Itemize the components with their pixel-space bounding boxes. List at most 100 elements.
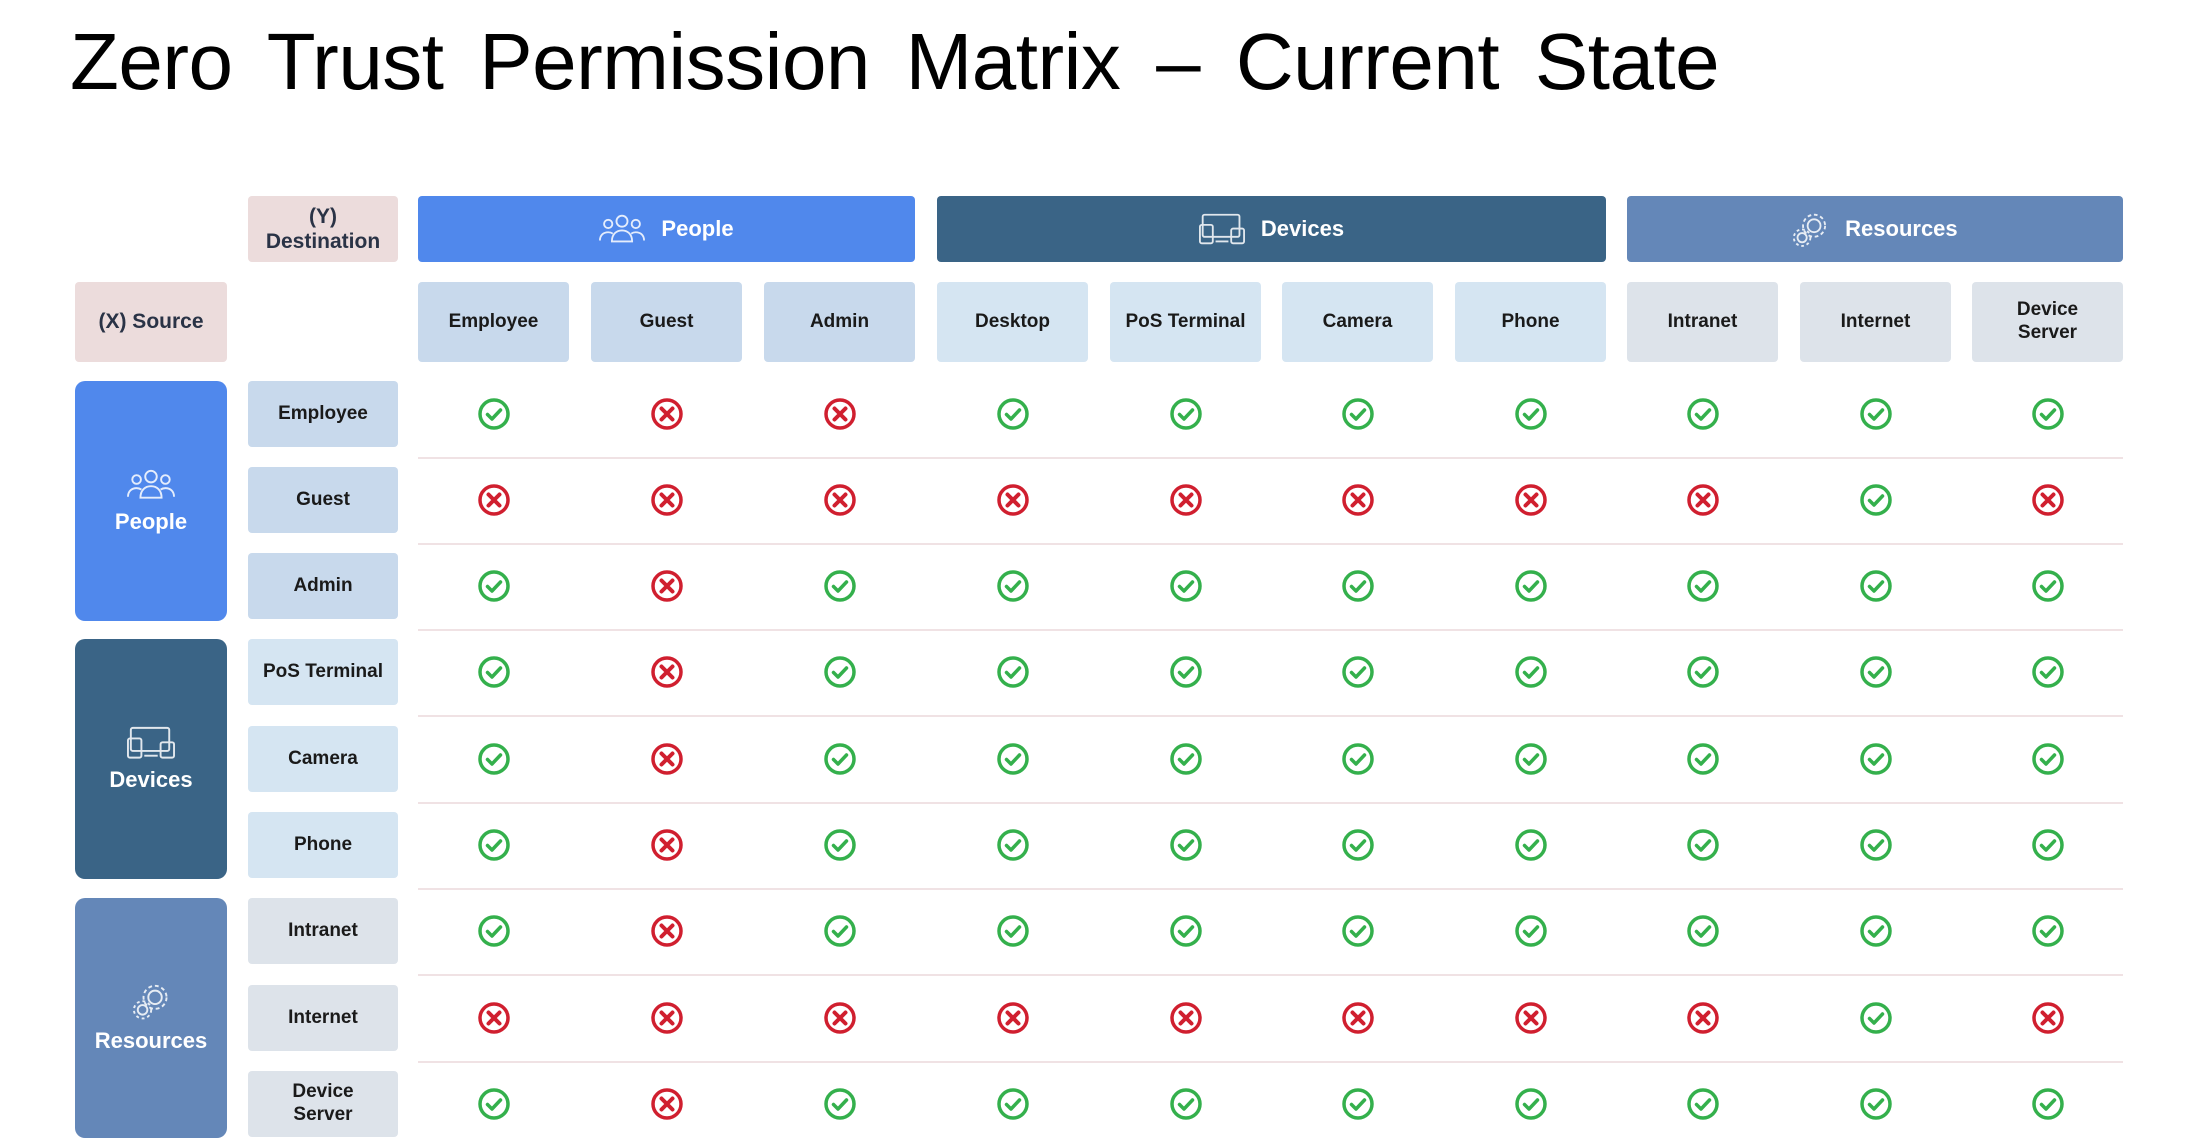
column-header-guest: Guest: [591, 282, 742, 362]
row-header-pos-terminal: PoS Terminal: [248, 639, 398, 705]
row-divider: [418, 715, 2123, 717]
allow-check-icon: [2031, 1087, 2065, 1121]
allow-check-icon: [477, 569, 511, 603]
allow-check-icon: [996, 569, 1030, 603]
allow-check-icon: [477, 914, 511, 948]
allow-check-icon: [996, 742, 1030, 776]
allow-check-icon: [1341, 397, 1375, 431]
deny-x-icon: [1686, 1001, 1720, 1035]
deny-x-icon: [2031, 1001, 2065, 1035]
allow-check-icon: [823, 914, 857, 948]
column-header-pos-terminal: PoS Terminal: [1110, 282, 1261, 362]
allow-check-icon: [1169, 655, 1203, 689]
row-header-guest: Guest: [248, 467, 398, 533]
allow-check-icon: [1341, 655, 1375, 689]
deny-x-icon: [650, 1087, 684, 1121]
allow-check-icon: [1341, 569, 1375, 603]
allow-check-icon: [1859, 569, 1893, 603]
source-axis-label: (X) Source: [75, 282, 227, 362]
row-header-employee: Employee: [248, 381, 398, 447]
column-group-label: People: [661, 215, 734, 241]
allow-check-icon: [1686, 742, 1720, 776]
resources-gear-icon: [1792, 211, 1829, 248]
row-group-label: People: [114, 509, 188, 535]
allow-check-icon: [1514, 742, 1548, 776]
devices-icon: [127, 725, 175, 760]
deny-x-icon: [996, 483, 1030, 517]
allow-check-icon: [1341, 742, 1375, 776]
deny-x-icon: [650, 483, 684, 517]
row-divider: [418, 974, 2123, 976]
column-header-camera: Camera: [1282, 282, 1433, 362]
deny-x-icon: [1169, 483, 1203, 517]
deny-x-icon: [650, 914, 684, 948]
column-header-employee: Employee: [418, 282, 569, 362]
column-group-resources: Resources: [1627, 196, 2123, 262]
allow-check-icon: [1859, 828, 1893, 862]
deny-x-icon: [823, 1001, 857, 1035]
deny-x-icon: [2031, 483, 2065, 517]
allow-check-icon: [823, 655, 857, 689]
allow-check-icon: [2031, 655, 2065, 689]
allow-check-icon: [1686, 914, 1720, 948]
deny-x-icon: [650, 828, 684, 862]
row-header-intranet: Intranet: [248, 898, 398, 964]
row-group-label: Resources: [94, 1028, 208, 1053]
allow-check-icon: [1514, 397, 1548, 431]
allow-check-icon: [1169, 828, 1203, 862]
allow-check-icon: [1169, 1087, 1203, 1121]
allow-check-icon: [1341, 828, 1375, 862]
row-divider: [418, 802, 2123, 804]
allow-check-icon: [823, 1087, 857, 1121]
allow-check-icon: [823, 828, 857, 862]
deny-x-icon: [477, 483, 511, 517]
deny-x-icon: [1341, 1001, 1375, 1035]
devices-icon: [1198, 212, 1245, 245]
deny-x-icon: [1514, 1001, 1548, 1035]
allow-check-icon: [477, 742, 511, 776]
column-header-intranet: Intranet: [1627, 282, 1778, 362]
allow-check-icon: [477, 655, 511, 689]
column-header-admin: Admin: [764, 282, 915, 362]
row-divider: [418, 629, 2123, 631]
allow-check-icon: [2031, 569, 2065, 603]
row-divider: [418, 457, 2123, 459]
allow-check-icon: [996, 914, 1030, 948]
deny-x-icon: [1341, 483, 1375, 517]
row-divider: [418, 1061, 2123, 1063]
row-divider: [418, 543, 2123, 545]
allow-check-icon: [477, 828, 511, 862]
allow-check-icon: [996, 397, 1030, 431]
deny-x-icon: [650, 655, 684, 689]
allow-check-icon: [1169, 914, 1203, 948]
column-group-devices: Devices: [937, 196, 1606, 262]
row-group-resources: Resources: [75, 898, 227, 1138]
allow-check-icon: [2031, 397, 2065, 431]
allow-check-icon: [1514, 914, 1548, 948]
column-group-label: Devices: [1260, 215, 1345, 241]
allow-check-icon: [1859, 1001, 1893, 1035]
row-header-admin: Admin: [248, 553, 398, 619]
allow-check-icon: [1686, 1087, 1720, 1121]
page-title: Zero Trust Permission Matrix – Current S…: [70, 17, 1720, 106]
allow-check-icon: [1686, 828, 1720, 862]
column-header-internet: Internet: [1800, 282, 1951, 362]
row-header-device-server: Device Server: [248, 1071, 398, 1137]
allow-check-icon: [1859, 655, 1893, 689]
allow-check-icon: [1686, 655, 1720, 689]
resources-gear-icon: [132, 982, 170, 1020]
allow-check-icon: [1686, 569, 1720, 603]
deny-x-icon: [1686, 483, 1720, 517]
allow-check-icon: [2031, 742, 2065, 776]
allow-check-icon: [1341, 914, 1375, 948]
row-header-camera: Camera: [248, 726, 398, 792]
allow-check-icon: [823, 742, 857, 776]
row-group-devices: Devices: [75, 639, 227, 879]
deny-x-icon: [1169, 1001, 1203, 1035]
allow-check-icon: [1686, 397, 1720, 431]
deny-x-icon: [477, 1001, 511, 1035]
row-group-people: People: [75, 381, 227, 621]
column-group-label: Resources: [1845, 215, 1958, 241]
allow-check-icon: [1859, 914, 1893, 948]
row-header-internet: Internet: [248, 985, 398, 1051]
